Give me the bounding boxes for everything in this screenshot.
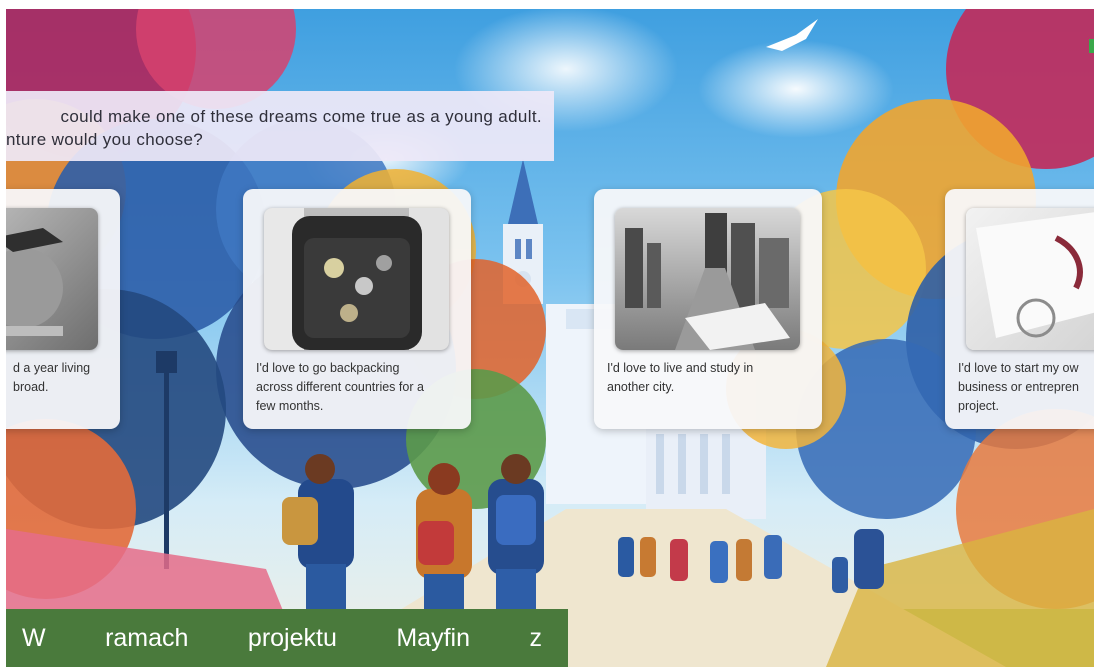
answer-card-backpacking[interactable]: I'd love to go backpacking across differ… — [243, 189, 471, 429]
subtitle-banner: W ramach projektu Mayfin z — [6, 609, 568, 667]
answer-card-another-city[interactable]: I'd love to live and study in another ci… — [594, 189, 822, 429]
bird-icon — [766, 19, 818, 51]
subtitle-word: ramach — [105, 623, 189, 652]
globe-icon — [6, 228, 63, 336]
certificate-icon — [976, 212, 1094, 338]
globe-graduation-cap-photo — [6, 208, 98, 350]
answer-card-start-business[interactable]: I'd love to start my ow business or entr… — [945, 189, 1094, 429]
question-line-1: could make one of these dreams come true… — [60, 107, 542, 126]
edge-indicator — [1089, 39, 1094, 53]
subtitle-word: z — [529, 623, 542, 652]
answer-card-study-abroad[interactable]: d a year living broad. — [6, 189, 120, 429]
city-street-map-photo — [615, 208, 800, 350]
question-line-2: nture would you choose? — [6, 130, 204, 149]
card-caption: I'd love to go backpacking across differ… — [256, 361, 424, 413]
city-icon — [625, 213, 790, 350]
backpack-icon — [264, 208, 449, 350]
certificate-with-ribbon-photo — [966, 208, 1094, 350]
video-stage: could make one of these dreams come true… — [6, 9, 1094, 667]
card-caption: d a year living broad. — [13, 361, 91, 394]
question-box: could make one of these dreams come true… — [6, 91, 554, 161]
subtitle-word: Mayfin — [396, 623, 470, 652]
backpack-with-patches-photo — [264, 208, 449, 350]
card-caption: I'd love to live and study in another ci… — [607, 361, 754, 394]
subtitle-word: W — [22, 623, 46, 652]
subtitle-word: projektu — [247, 623, 337, 652]
card-caption: I'd love to start my ow business or entr… — [958, 361, 1079, 413]
